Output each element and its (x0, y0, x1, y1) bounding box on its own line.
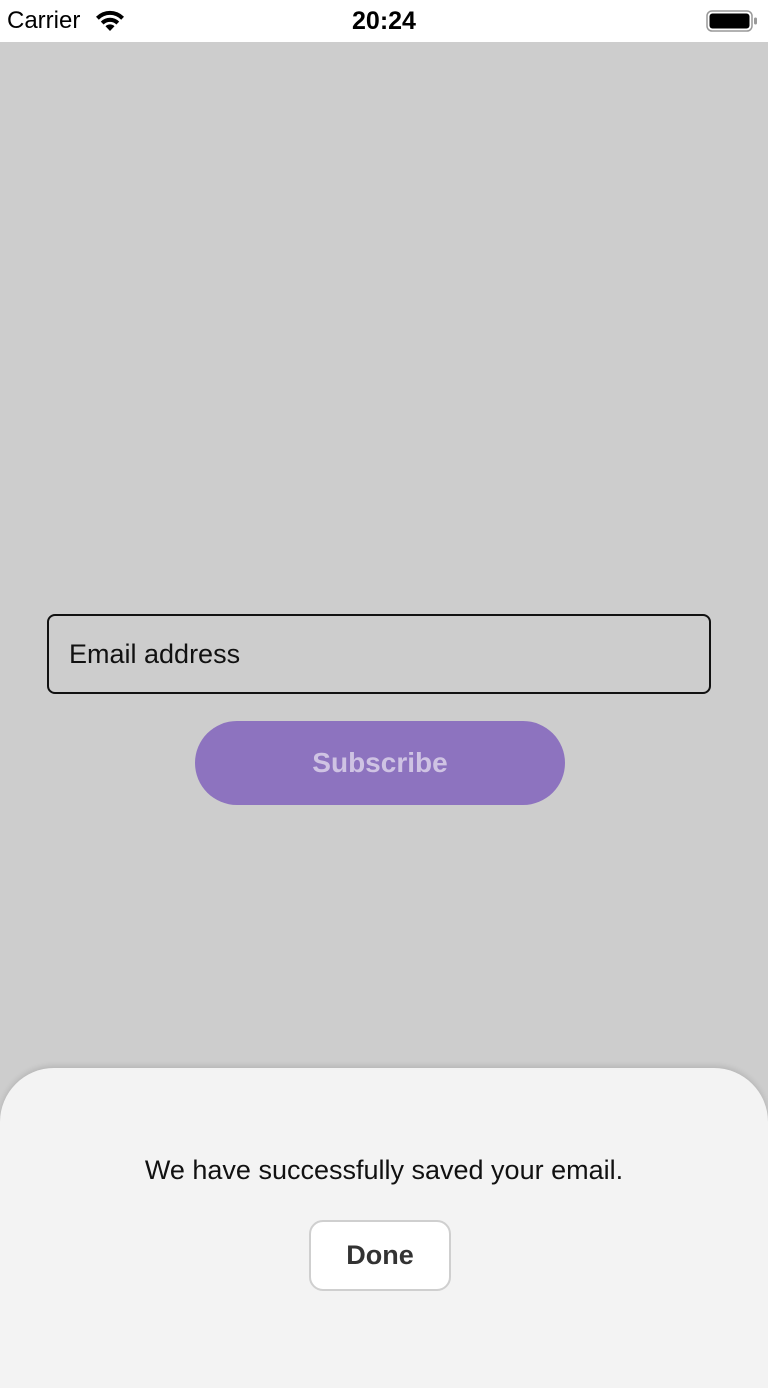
email-field[interactable] (47, 614, 711, 694)
subscribe-button[interactable]: Subscribe (195, 721, 565, 805)
success-message: We have successfully saved your email. (144, 1155, 624, 1185)
confirmation-sheet: We have successfully saved your email. D… (0, 1068, 768, 1388)
clock-time: 20:24 (352, 7, 416, 35)
status-bar: Carrier 20:24 (0, 0, 768, 42)
done-button[interactable]: Done (309, 1220, 451, 1291)
battery-icon (706, 10, 757, 32)
